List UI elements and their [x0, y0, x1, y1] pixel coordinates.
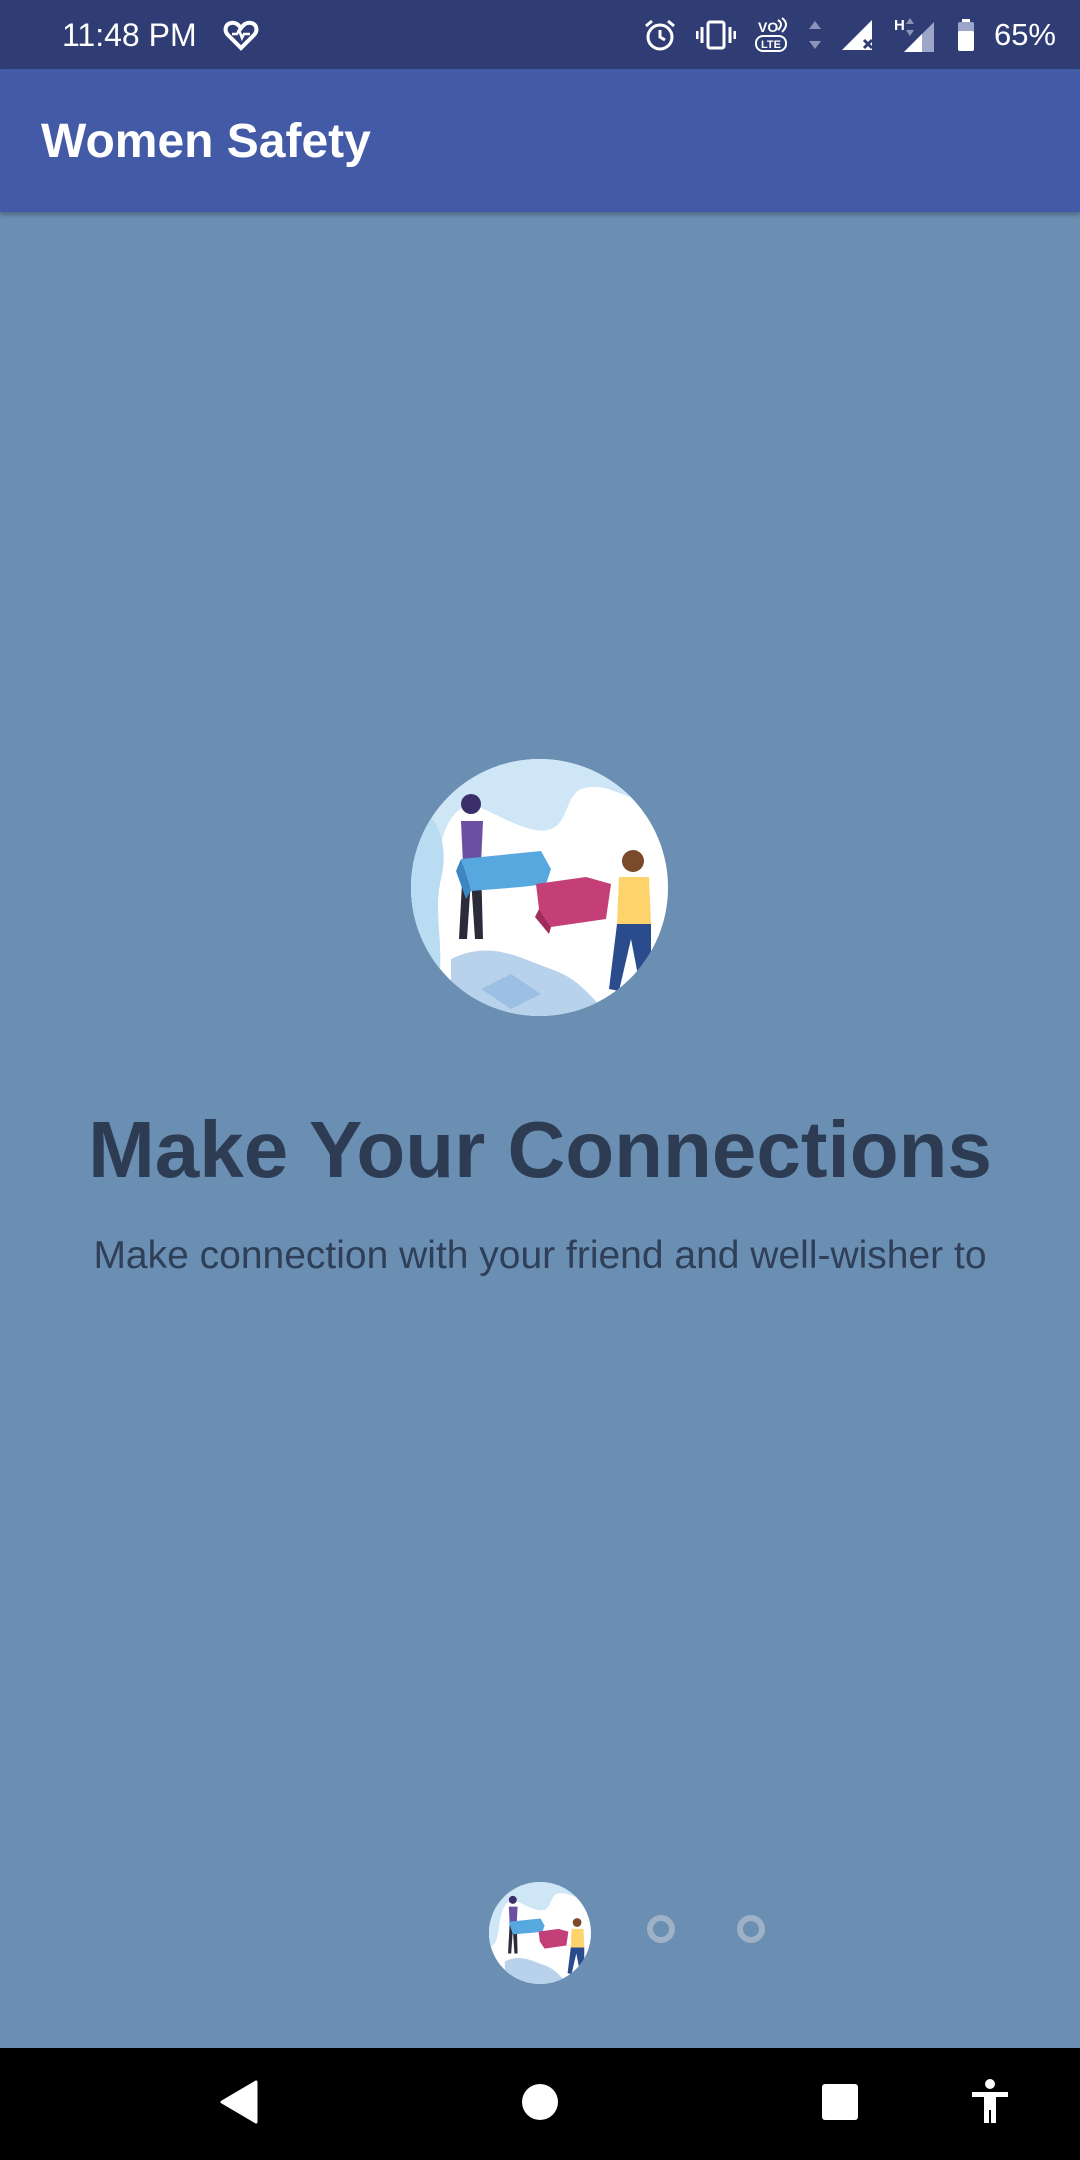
- indicator-dot-3[interactable]: [737, 1915, 765, 1943]
- indicator-dot-2[interactable]: [647, 1915, 675, 1943]
- battery-icon: [956, 18, 976, 52]
- recents-icon: [821, 2083, 859, 2125]
- navigation-bar: [0, 2048, 1080, 2160]
- signal-h-icon: H: [894, 16, 938, 54]
- back-icon: [220, 2080, 260, 2128]
- accessibility-icon: [970, 2079, 1010, 2129]
- battery-percent: 65%: [993, 17, 1056, 52]
- alarm-icon: [642, 17, 678, 53]
- slide-title: Make Your Connections: [88, 1105, 992, 1194]
- svg-text:VO: VO: [758, 19, 778, 35]
- back-button[interactable]: [200, 2048, 280, 2160]
- volte-icon: VO LTE: [754, 16, 790, 54]
- page-indicator: [0, 1880, 1080, 1984]
- home-icon: [521, 2083, 559, 2125]
- app-bar: Women Safety: [0, 69, 1080, 212]
- app-title: Women Safety: [41, 115, 371, 168]
- status-icons: VO LTE H 65%: [642, 14, 1056, 56]
- puzzle-connection-illustration: [411, 759, 668, 1016]
- signal-icon: [840, 18, 876, 52]
- heart-icon: [223, 17, 259, 53]
- indicator-dot-active[interactable]: [489, 1882, 591, 1984]
- accessibility-button[interactable]: [950, 2048, 1030, 2160]
- svg-text:H: H: [894, 17, 905, 34]
- svg-text:LTE: LTE: [761, 39, 781, 51]
- home-button[interactable]: [500, 2048, 580, 2160]
- status-bar: 11:48 PM VO LTE H 65%: [0, 0, 1080, 69]
- data-arrows-icon: [808, 19, 822, 51]
- slide-description: Make connection with your friend and wel…: [93, 1234, 987, 1277]
- recents-button[interactable]: [800, 2048, 880, 2160]
- status-time: 11:48 PM: [62, 17, 197, 53]
- vibrate-icon: [695, 17, 736, 53]
